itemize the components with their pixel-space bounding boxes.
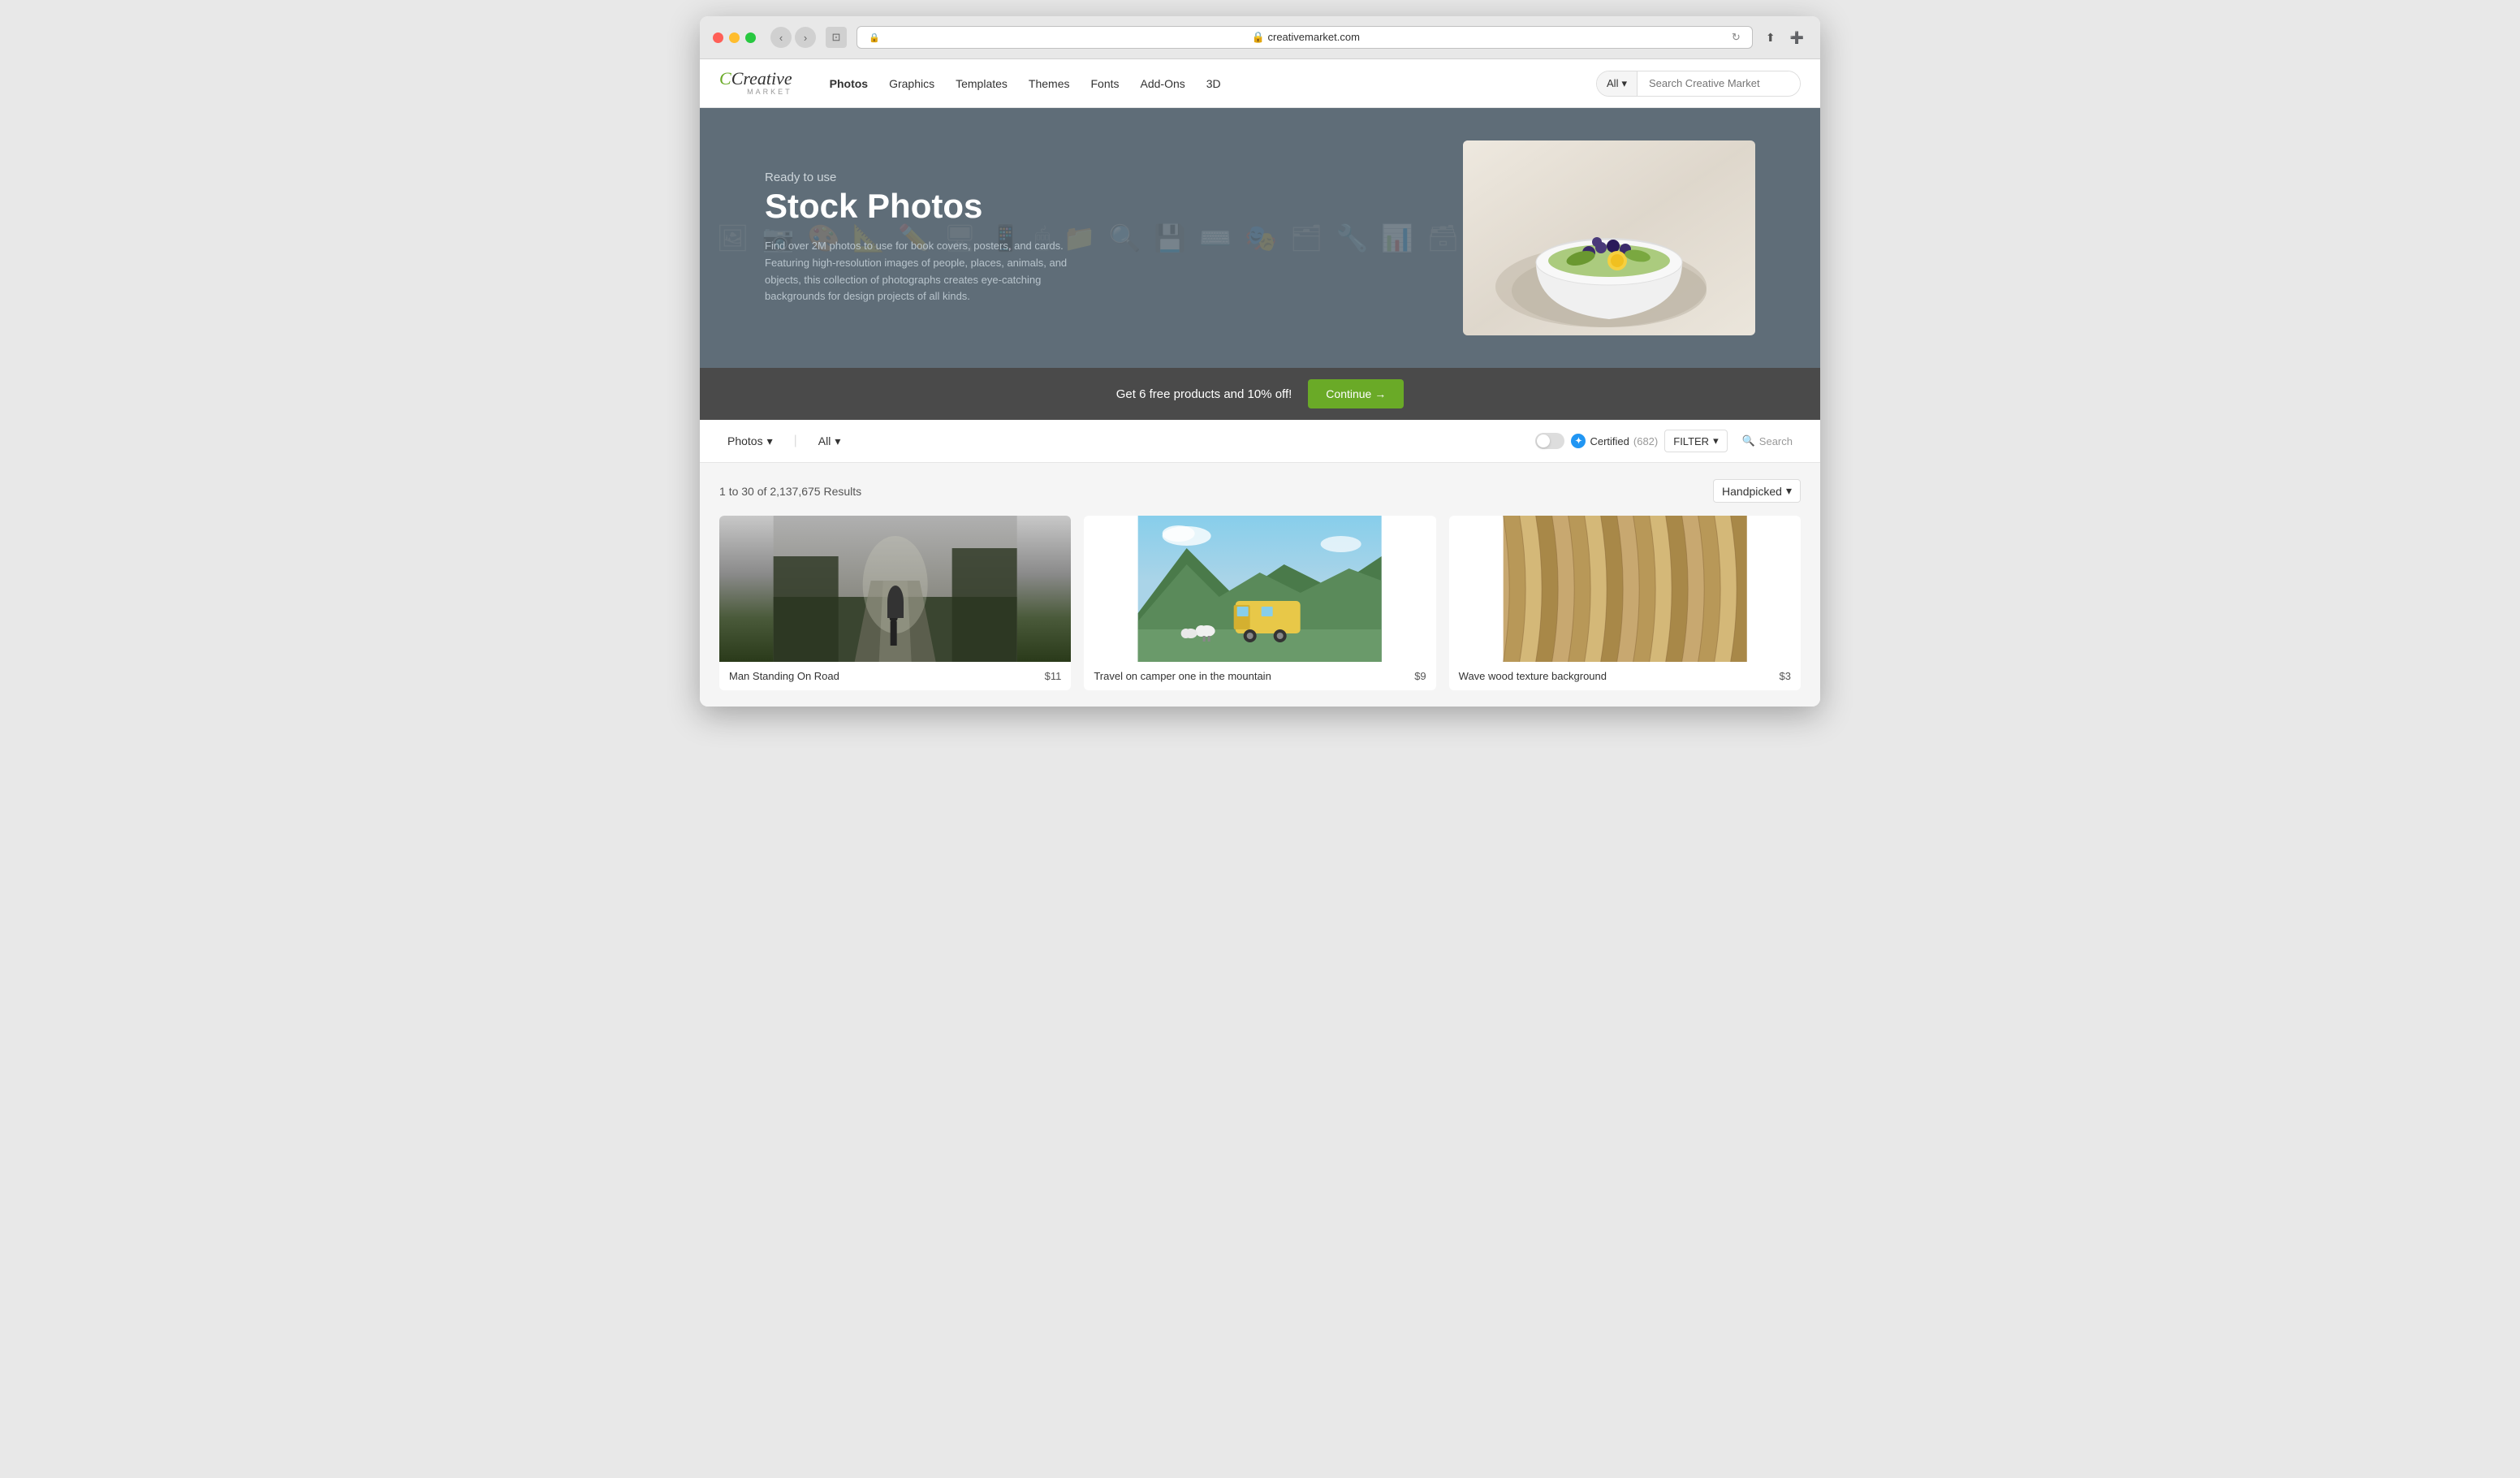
search-icon: 🔍 <box>1742 434 1755 447</box>
search-category-dropdown[interactable]: All ▾ <box>1597 71 1638 96</box>
maximize-button[interactable] <box>745 32 756 43</box>
hero-description: Find over 2M photos to use for book cove… <box>765 238 1073 305</box>
product-image-1 <box>719 516 1071 662</box>
site-header: CCreative MARKET Photos Graphics Templat… <box>700 59 1820 108</box>
browser-toolbar: ⬆ ➕ <box>1763 28 1807 48</box>
hero-banner: 🖼📷🎨📐✏️ 🖥📱🖱📁🔍 💾⌨️🎭🗂🔧 📊🗃💻🖨📸 Ready to use S… <box>700 108 1820 368</box>
filter-search-area[interactable]: 🔍 Search <box>1734 430 1801 452</box>
subcategory-filter-dropdown[interactable]: All ▾ <box>810 430 849 452</box>
address-bar[interactable]: 🔒 🔒 creativemarket.com ↻ <box>857 26 1753 49</box>
hero-text-block: Ready to use Stock Photos Find over 2M p… <box>765 171 1073 305</box>
hero-pretitle: Ready to use <box>765 171 1073 184</box>
filter-button-label: FILTER <box>1673 435 1709 447</box>
search-bar: All ▾ <box>1596 71 1801 97</box>
results-range-start: 1 <box>719 485 726 498</box>
sort-chevron-icon: ▾ <box>1786 484 1792 498</box>
results-range-end: 30 <box>741 485 754 498</box>
product-info-3: Wave wood texture background $3 <box>1449 662 1801 690</box>
product-price-2: $9 <box>1414 670 1426 682</box>
share-button[interactable]: ⬆ <box>1763 28 1779 48</box>
promo-continue-button[interactable]: Continue → <box>1308 379 1404 408</box>
main-navigation: Photos Graphics Templates Themes Fonts A… <box>820 71 1577 97</box>
product-image-3 <box>1449 516 1801 662</box>
refresh-icon[interactable]: ↻ <box>1732 31 1741 44</box>
certified-icon: ✦ <box>1571 434 1586 448</box>
site-logo[interactable]: CCreative MARKET <box>719 69 792 97</box>
filter-bar: Photos ▾ | All ▾ ✦ Certified (682) FILTE… <box>700 420 1820 463</box>
url-display: 🔒 creativemarket.com <box>887 31 1725 44</box>
search-input[interactable] <box>1638 71 1800 95</box>
subcategory-chevron-icon: ▾ <box>835 434 840 448</box>
category-filter-dropdown[interactable]: Photos ▾ <box>719 430 781 452</box>
nav-item-templates[interactable]: Templates <box>946 71 1017 97</box>
add-tab-button[interactable]: ➕ <box>1787 28 1807 48</box>
nav-item-themes[interactable]: Themes <box>1019 71 1080 97</box>
logo-market-text: MARKET <box>747 89 792 96</box>
sort-dropdown[interactable]: Handpicked ▾ <box>1713 479 1801 503</box>
nav-item-addons[interactable]: Add-Ons <box>1131 71 1195 97</box>
browser-nav-buttons: ‹ › <box>770 27 816 48</box>
certified-count: (682) <box>1633 435 1658 447</box>
logo-creative-text: CCreative <box>719 69 792 89</box>
nav-item-3d[interactable]: 3D <box>1197 71 1231 97</box>
product-title-2: Travel on camper one in the mountain <box>1094 670 1271 682</box>
certified-toggle-area: ✦ Certified (682) FILTER ▾ 🔍 Search <box>1535 430 1801 452</box>
product-info-2: Travel on camper one in the mountain $9 <box>1084 662 1435 690</box>
product-price-3: $3 <box>1780 670 1791 682</box>
category-chevron-icon: ▾ <box>767 434 773 448</box>
results-label: Results <box>824 485 862 498</box>
hero-title: Stock Photos <box>765 188 1073 225</box>
filter-divider: | <box>794 434 797 448</box>
product-image-2 <box>1084 516 1435 662</box>
results-count: 1 to 30 of 2,137,675 Results <box>719 485 861 498</box>
results-bar: 1 to 30 of 2,137,675 Results Handpicked … <box>719 479 1801 503</box>
filter-chevron-icon: ▾ <box>1713 434 1719 447</box>
product-info-1: Man Standing On Road $11 <box>719 662 1071 690</box>
product-title-3: Wave wood texture background <box>1459 670 1607 682</box>
hero-image <box>1463 140 1755 335</box>
subcategory-filter-label: All <box>818 434 831 447</box>
traffic-lights <box>713 32 756 43</box>
product-card[interactable]: Man Standing On Road $11 <box>719 516 1071 690</box>
filter-button[interactable]: FILTER ▾ <box>1664 430 1727 452</box>
certified-toggle-switch[interactable] <box>1535 433 1564 449</box>
sort-label: Handpicked <box>1722 485 1782 498</box>
certified-label: Certified <box>1590 435 1629 447</box>
product-grid: Man Standing On Road $11 <box>719 516 1801 690</box>
back-button[interactable]: ‹ <box>770 27 792 48</box>
product-card[interactable]: Travel on camper one in the mountain $9 <box>1084 516 1435 690</box>
certified-badge: ✦ Certified (682) <box>1571 434 1658 448</box>
reader-view-button[interactable]: ⊡ <box>826 27 847 48</box>
filter-search-label: Search <box>1759 435 1793 447</box>
browser-titlebar: ‹ › ⊡ 🔒 🔒 creativemarket.com ↻ ⬆ ➕ <box>700 16 1820 59</box>
content-area: 1 to 30 of 2,137,675 Results Handpicked … <box>700 463 1820 707</box>
promo-bar: Get 6 free products and 10% off! Continu… <box>700 368 1820 420</box>
forward-button[interactable]: › <box>795 27 816 48</box>
category-filter-label: Photos <box>727 434 763 447</box>
toggle-knob <box>1537 434 1550 447</box>
product-price-1: $11 <box>1045 670 1062 682</box>
nav-item-graphics[interactable]: Graphics <box>879 71 944 97</box>
nav-item-photos[interactable]: Photos <box>820 71 878 97</box>
nav-item-fonts[interactable]: Fonts <box>1081 71 1129 97</box>
results-total: 2,137,675 <box>770 485 820 498</box>
ssl-lock-icon: 🔒 <box>869 32 880 43</box>
product-card[interactable]: Wave wood texture background $3 <box>1449 516 1801 690</box>
promo-text: Get 6 free products and 10% off! <box>1116 387 1292 401</box>
close-button[interactable] <box>713 32 723 43</box>
chevron-down-icon: ▾ <box>1621 77 1627 90</box>
product-title-1: Man Standing On Road <box>729 670 839 682</box>
minimize-button[interactable] <box>729 32 740 43</box>
